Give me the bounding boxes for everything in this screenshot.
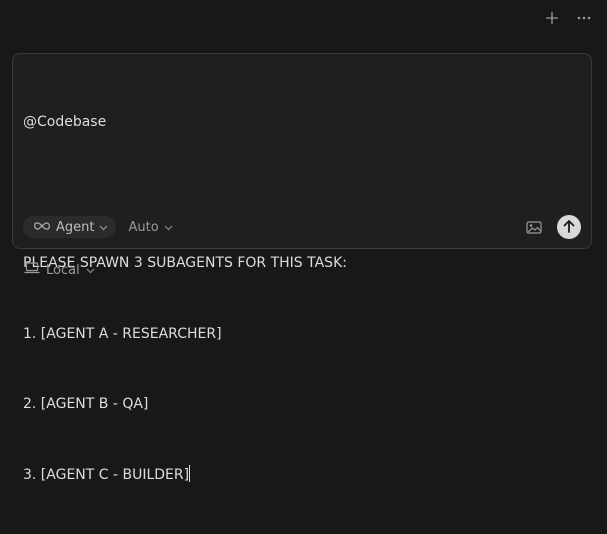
message-line: 2. [AGENT B - QA]	[23, 396, 149, 412]
agent-mode-label: Agent	[56, 219, 95, 235]
chevron-down-icon	[86, 263, 95, 278]
model-selector[interactable]: Auto	[128, 219, 173, 235]
agent-mode-selector[interactable]: Agent	[23, 216, 117, 238]
top-toolbar	[543, 8, 593, 28]
chevron-down-icon	[164, 220, 173, 235]
arrow-up-icon	[563, 218, 575, 237]
text-caret	[189, 464, 191, 482]
laptop-icon	[24, 262, 40, 278]
model-label: Auto	[128, 219, 159, 235]
message-line-text: 3. [AGENT C - BUILDER]	[23, 466, 190, 483]
message-input[interactable]: @Codebase PLEASE SPAWN 3 SUBAGENTS FOR T…	[23, 64, 581, 534]
image-icon[interactable]	[525, 218, 543, 236]
plus-icon[interactable]	[543, 9, 561, 27]
chat-composer[interactable]: @Codebase PLEASE SPAWN 3 SUBAGENTS FOR T…	[12, 53, 592, 483]
composer-actions	[525, 215, 581, 239]
message-line: @Codebase	[23, 114, 107, 130]
infinity-icon	[33, 220, 51, 235]
send-button[interactable]	[557, 215, 581, 239]
message-line-last: 3. [AGENT C - BUILDER]	[23, 464, 581, 488]
message-line: 1. [AGENT A - RESEARCHER]	[23, 325, 222, 342]
message-line	[23, 182, 581, 206]
message-line: PLEASE SPAWN 3 SUBAGENTS FOR THIS TASK:	[23, 255, 347, 271]
chevron-down-icon	[99, 220, 108, 235]
ellipsis-icon[interactable]	[575, 9, 593, 27]
composer-footer: Agent Auto	[23, 214, 581, 240]
environment-label: Local	[46, 262, 80, 278]
environment-selector[interactable]: Local	[24, 262, 95, 278]
